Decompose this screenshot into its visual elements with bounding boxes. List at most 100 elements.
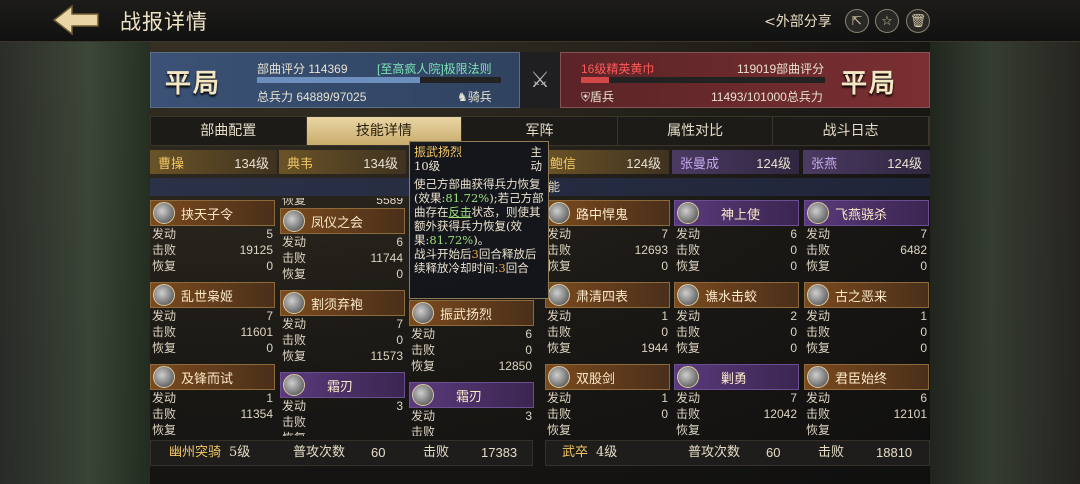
skill-name: 君臣始终 — [835, 371, 888, 387]
hero-right-3[interactable]: 张燕 124级 — [803, 150, 930, 174]
skill-card[interactable]: 君臣始终 发动 6 击败 12101 恢复 — [804, 364, 929, 436]
section-label: 能 — [548, 180, 561, 194]
skill-card[interactable]: 路中悍鬼 发动 7 击败 12693 恢复 0 — [545, 200, 670, 274]
skill-name-plate[interactable]: 路中悍鬼 — [545, 200, 670, 226]
stat-trigger: 发动 6 — [676, 227, 797, 241]
skill-icon — [283, 374, 305, 396]
tooltip-skill-type: 主动 — [530, 145, 543, 173]
skill-name-plate[interactable]: 古之恶来 — [804, 282, 929, 308]
stat-recover: 恢复 0 — [152, 341, 273, 355]
delete-button[interactable]: 🗑 — [906, 9, 930, 33]
stat-defeat: 击败 0 — [547, 407, 668, 421]
skill-name-plate[interactable]: 肃清四表 — [545, 282, 670, 308]
hero-left-1[interactable]: 曹操 134级 — [150, 150, 277, 174]
skill-name-plate[interactable]: 神上使 — [674, 200, 799, 226]
skill-icon — [677, 202, 699, 224]
stat-recover: 恢复 0 — [676, 341, 797, 355]
skill-name: 霜刃 — [456, 389, 483, 405]
skill-name-plate[interactable]: 乱世枭姬 — [150, 282, 275, 308]
skill-name-plate[interactable]: 双股剑 — [545, 364, 670, 390]
stat-defeat: 击败 12042 — [676, 407, 797, 421]
tab-troop-config[interactable]: 部曲配置 — [151, 117, 307, 145]
skill-name-plate[interactable]: 振武扬烈 — [409, 300, 534, 326]
skill-card[interactable]: 凤仪之会 发动 6 击败 11744 恢复 0 — [280, 208, 405, 282]
summary-right: 16级精英黄巾 119019部曲评分 ⛨盾兵 11493/101000总兵力 平… — [560, 52, 930, 108]
skill-name-plate[interactable]: 谯水击蛟 — [674, 282, 799, 308]
counter-status-link[interactable]: 反击 — [449, 205, 472, 219]
stat-defeat: 击败 0 — [411, 343, 532, 357]
stat-recover: 恢复 — [676, 423, 701, 436]
skill-name-plate[interactable]: 挟天子令 — [150, 200, 275, 226]
skill-name: 肃清四表 — [576, 289, 629, 305]
unit-left: ♞骑兵 — [457, 90, 492, 104]
stat-trigger: 发动 5 — [152, 227, 273, 241]
skill-card[interactable]: 古之恶来 发动 1 击败 0 恢复 0 — [804, 282, 929, 356]
skill-name-plate[interactable]: 凤仪之会 — [280, 208, 405, 234]
score-right: 119019部曲评分 — [737, 62, 825, 76]
skill-card[interactable]: 谯水击蛟 发动 2 击败 0 恢复 0 — [674, 282, 799, 356]
skill-card[interactable]: 乱世枭姬 发动 7 击败 11601 恢复 0 — [150, 282, 275, 356]
skill-name: 挟天子令 — [181, 207, 234, 223]
skill-card[interactable]: 霜刃发动3击败恢复 — [409, 382, 534, 436]
skill-name-plate[interactable]: 及锋而试 — [150, 364, 275, 390]
skill-column-6: 飞燕骁杀 发动 7 击败 6482 恢复 0 古之恶来 发动 1 击败 0 恢复 0 君臣始终 发动 6 击败 12… — [804, 198, 929, 436]
skill-name-plate[interactable]: 君臣始终 — [804, 364, 929, 390]
guild-tag-left: [至高疯人院]极限法则 — [377, 62, 492, 76]
troop-bar-left — [257, 77, 501, 83]
back-button[interactable] — [52, 4, 100, 36]
troops-right: 11493/101000总兵力 — [711, 90, 823, 104]
stat-defeat: 击败 — [411, 425, 436, 436]
skill-icon — [153, 202, 175, 224]
skill-name-plate[interactable]: 飞燕骁杀 — [804, 200, 929, 226]
skill-card[interactable]: 肃清四表 发动 1 击败 0 恢复 1944 — [545, 282, 670, 356]
skill-card[interactable]: 挟天子令发动 5 击败 19125 恢复 0 — [150, 200, 275, 274]
skill-card[interactable]: 及锋而试 发动 1 击败 11354 恢复 — [150, 364, 275, 436]
tooltip-description: 使己方部曲获得兵力恢复(效果:81.72%);若己方部曲存在反击状态，则使其额外… — [414, 177, 544, 247]
skill-card[interactable]: 霜刃发动3击败恢复 — [280, 372, 405, 436]
skill-column-2: 恢复 5589 凤仪之会 发动 6 击败 11744 恢复 0 割须弃袍 发动 7 击败 0 恢复 11573… — [280, 198, 405, 436]
share-external-button[interactable]: ⇱ — [845, 9, 869, 33]
external-share-button[interactable]: <外部分享 — [764, 11, 832, 31]
favorite-button[interactable]: ☆ — [875, 9, 899, 33]
skill-name-plate[interactable]: 割须弃袍 — [280, 290, 405, 316]
unit-right: ⛨盾兵 — [581, 90, 615, 104]
skill-name: 霜刃 — [327, 379, 354, 395]
stat-trigger: 发动 7 — [152, 309, 273, 323]
hero-left-2[interactable]: 典韦 134级 — [279, 150, 406, 174]
skill-column-5: 神上使 发动 6 击败 0 恢复 0 谯水击蛟 发动 2 击败 0 恢复 0 剿勇 发动 7 击败 12042 恢复 — [674, 198, 799, 436]
tab-battle-log[interactable]: 战斗日志 — [773, 117, 929, 145]
stat-defeat: 击败 19125 — [152, 243, 273, 257]
skill-card[interactable]: 振武扬烈 发动 6 击败 0 恢复 12850 — [409, 300, 534, 374]
skill-icon — [807, 284, 829, 306]
skill-name-plate[interactable]: 剿勇 — [674, 364, 799, 390]
skill-icon — [412, 302, 434, 324]
skill-card[interactable]: 神上使 发动 6 击败 0 恢复 0 — [674, 200, 799, 274]
skill-name-plate[interactable]: 霜刃 — [280, 372, 405, 398]
stat-defeat: 击败 12101 — [806, 407, 927, 421]
skill-icon — [153, 366, 175, 388]
stat-trigger: 发动 7 — [676, 391, 797, 405]
skill-name-plate[interactable]: 霜刃 — [409, 382, 534, 408]
skill-card[interactable]: 剿勇 发动 7 击败 12042 恢复 — [674, 364, 799, 436]
tab-attribute-compare[interactable]: 属性对比 — [618, 117, 774, 145]
stat-trigger: 发动 1 — [152, 391, 273, 405]
footer-left: 幽州突骑 5级 普攻次数 60 击败 17383 — [150, 440, 533, 466]
skill-column-1: 挟天子令 发动 5 击败 19125 恢复 0 乱世枭姬 发动 7 击败 11601 恢复 0 及锋而试 发动… — [150, 198, 275, 436]
skill-card[interactable]: 割须弃袍 发动 7 击败 0 恢复 11573 — [280, 290, 405, 364]
skill-icon — [283, 210, 305, 232]
footer-right: 武卒 4级 普攻次数 60 击败 18810 — [545, 440, 930, 466]
stat-trigger: 发动 6 — [411, 327, 532, 341]
star-icon: ☆ — [881, 13, 893, 29]
skill-icon — [677, 366, 699, 388]
shield-icon: ⛨ — [581, 90, 591, 104]
skill-card[interactable]: 飞燕骁杀 发动 7 击败 6482 恢复 0 — [804, 200, 929, 274]
hero-right-2[interactable]: 张曼成 124级 — [672, 150, 799, 174]
troop-name-left: 幽州突骑 — [169, 445, 222, 460]
share-icon: < — [764, 14, 776, 30]
stat-recover: 恢复 0 — [152, 259, 273, 273]
versus-swords-icon: ⚔ — [520, 52, 560, 108]
defeat-count-right: 18810 — [876, 445, 913, 460]
stat-recover: 恢复 — [806, 423, 831, 436]
skill-card[interactable]: 双股剑 发动 1 击败 0 恢复 — [545, 364, 670, 436]
hero-right-1[interactable]: 鲍信 124级 — [542, 150, 669, 174]
